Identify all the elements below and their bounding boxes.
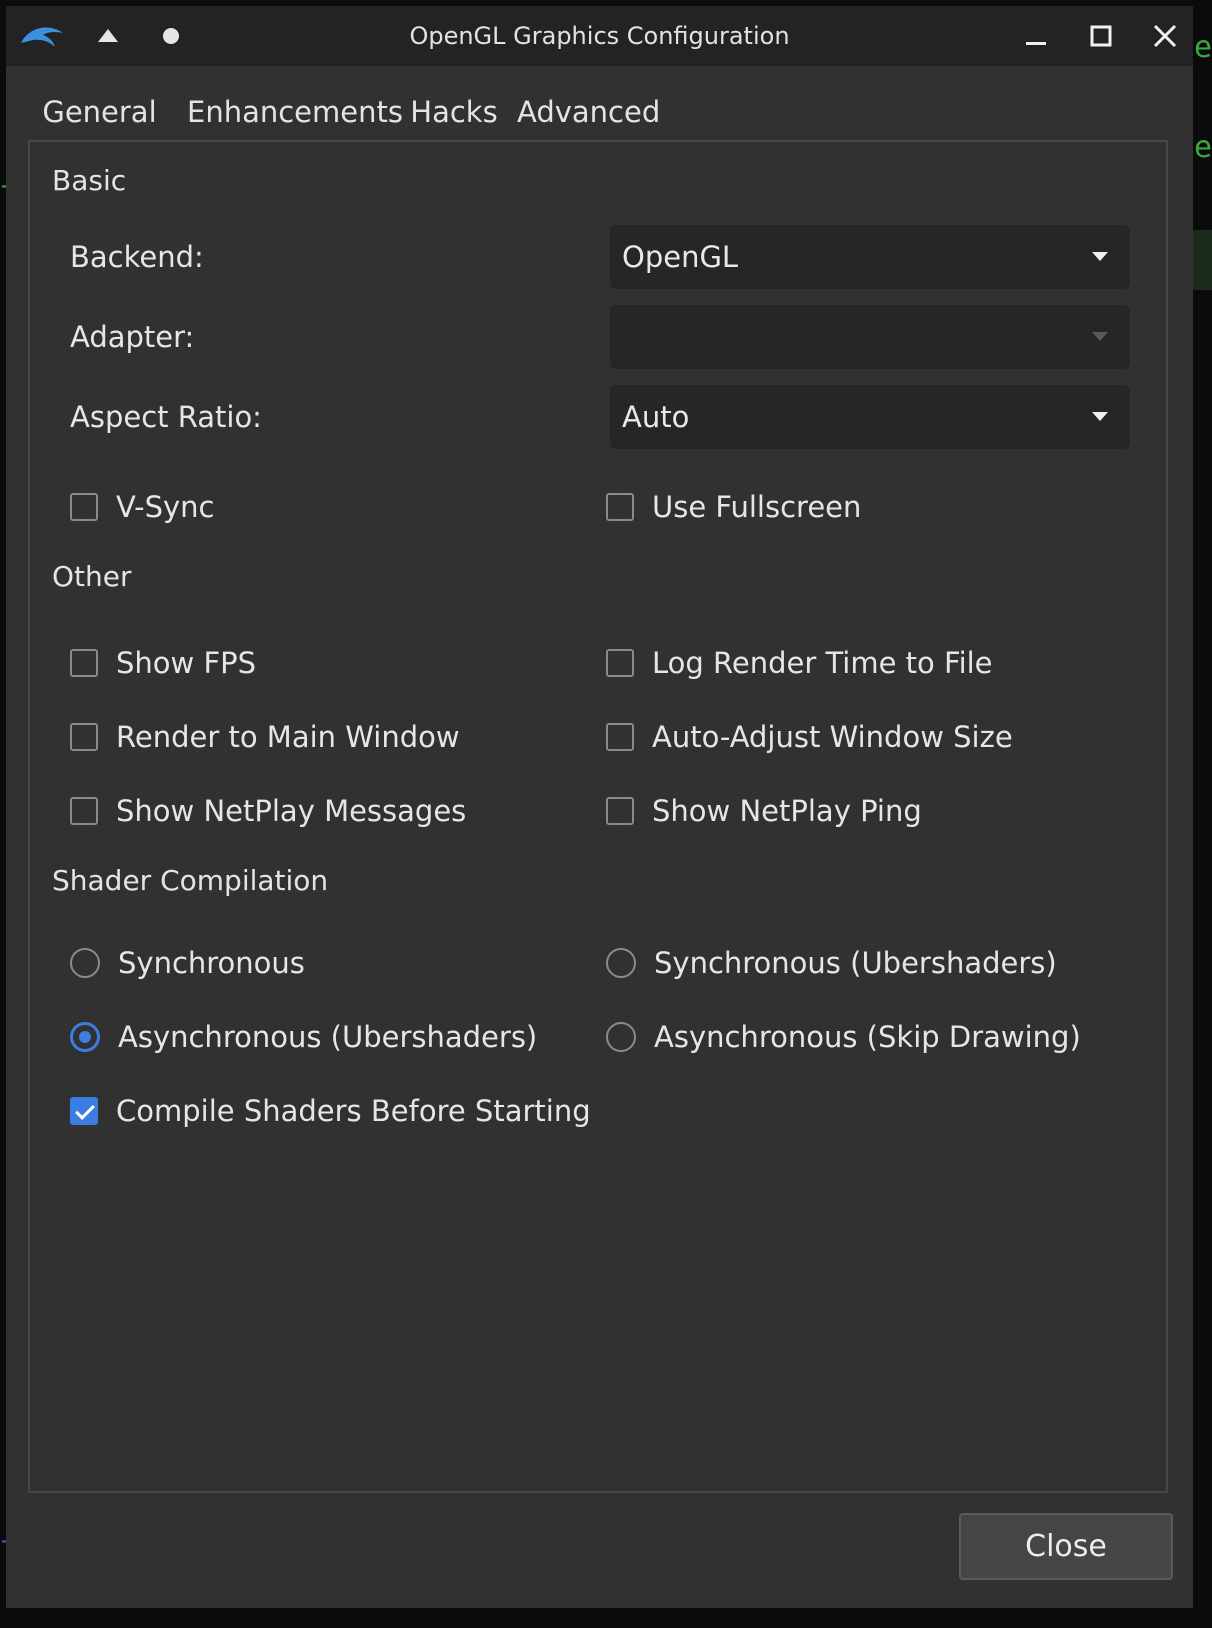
- show-fps-checkbox[interactable]: Show FPS: [70, 645, 256, 681]
- async-skip-drawing-radio[interactable]: Asynchronous (Skip Drawing): [606, 1019, 1081, 1055]
- aspect-ratio-value: Auto: [622, 400, 690, 434]
- close-button[interactable]: Close: [959, 1513, 1173, 1580]
- background-terminal-glyph: e: [1194, 30, 1212, 65]
- log-render-time-label: Log Render Time to File: [652, 646, 993, 680]
- chevron-down-icon: [1092, 252, 1108, 261]
- async-ubershaders-label: Asynchronous (Ubershaders): [118, 1020, 538, 1054]
- show-netplay-messages-checkbox[interactable]: Show NetPlay Messages: [70, 793, 466, 829]
- backend-label: Backend:: [70, 240, 204, 274]
- checkbox-box[interactable]: [70, 649, 98, 677]
- tab-advanced[interactable]: Advanced: [517, 86, 660, 142]
- render-main-window-checkbox[interactable]: Render to Main Window: [70, 719, 460, 755]
- auto-adjust-window-label: Auto-Adjust Window Size: [652, 720, 1013, 754]
- background-window-strip: [1193, 230, 1212, 290]
- log-render-time-checkbox[interactable]: Log Render Time to File: [606, 645, 993, 681]
- backend-value: OpenGL: [622, 240, 739, 274]
- render-main-window-label: Render to Main Window: [116, 720, 460, 754]
- use-fullscreen-checkbox[interactable]: Use Fullscreen: [606, 489, 861, 525]
- checkbox-box[interactable]: [606, 493, 634, 521]
- radio-circle[interactable]: [606, 948, 636, 978]
- vsync-label: V-Sync: [116, 490, 215, 524]
- checkbox-box[interactable]: [70, 1097, 98, 1125]
- general-tab-panel: Basic Backend: OpenGL Adapter: Aspect Ra…: [28, 140, 1168, 1493]
- sync-ubershaders-radio[interactable]: Synchronous (Ubershaders): [606, 945, 1057, 981]
- checkbox-box[interactable]: [606, 723, 634, 751]
- aspect-ratio-dropdown[interactable]: Auto: [610, 385, 1130, 449]
- maximize-icon[interactable]: [1076, 6, 1126, 66]
- use-fullscreen-label: Use Fullscreen: [652, 490, 862, 524]
- vsync-checkbox[interactable]: V-Sync: [70, 489, 215, 525]
- basic-section-title: Basic: [52, 164, 127, 197]
- radio-circle[interactable]: [70, 1022, 100, 1052]
- checkbox-box[interactable]: [70, 723, 98, 751]
- show-netplay-messages-label: Show NetPlay Messages: [116, 794, 467, 828]
- close-icon[interactable]: [1140, 6, 1190, 66]
- synchronous-label: Synchronous: [118, 946, 305, 980]
- checkbox-box[interactable]: [606, 649, 634, 677]
- background-terminal-glyph: e: [1194, 130, 1212, 165]
- backend-dropdown[interactable]: OpenGL: [610, 225, 1130, 289]
- show-netplay-ping-checkbox[interactable]: Show NetPlay Ping: [606, 793, 922, 829]
- tab-general[interactable]: General: [28, 86, 171, 146]
- graphics-config-dialog: OpenGL Graphics Configuration General En…: [6, 6, 1193, 1608]
- auto-adjust-window-checkbox[interactable]: Auto-Adjust Window Size: [606, 719, 1013, 755]
- compile-shaders-checkbox[interactable]: Compile Shaders Before Starting: [70, 1093, 591, 1129]
- checkbox-box[interactable]: [70, 493, 98, 521]
- show-netplay-ping-label: Show NetPlay Ping: [652, 794, 922, 828]
- tab-hacks[interactable]: Hacks: [408, 86, 500, 142]
- aspect-ratio-label: Aspect Ratio:: [70, 400, 262, 434]
- radio-circle[interactable]: [70, 948, 100, 978]
- async-ubershaders-radio[interactable]: Asynchronous (Ubershaders): [70, 1019, 537, 1055]
- shader-section-title: Shader Compilation: [52, 864, 329, 897]
- compile-shaders-label: Compile Shaders Before Starting: [116, 1094, 591, 1128]
- tab-enhancements[interactable]: Enhancements: [187, 86, 403, 142]
- checkbox-box[interactable]: [606, 797, 634, 825]
- synchronous-radio[interactable]: Synchronous: [70, 945, 305, 981]
- sync-ubershaders-label: Synchronous (Ubershaders): [654, 946, 1057, 980]
- async-skip-drawing-label: Asynchronous (Skip Drawing): [654, 1020, 1081, 1054]
- adapter-dropdown: [610, 305, 1130, 369]
- radio-circle[interactable]: [606, 1022, 636, 1052]
- minimize-icon[interactable]: [1011, 6, 1061, 66]
- chevron-down-icon: [1092, 412, 1108, 421]
- checkbox-box[interactable]: [70, 797, 98, 825]
- adapter-label: Adapter:: [70, 320, 195, 354]
- other-section-title: Other: [52, 560, 132, 593]
- title-bar[interactable]: OpenGL Graphics Configuration: [6, 6, 1193, 66]
- show-fps-label: Show FPS: [116, 646, 257, 680]
- chevron-down-icon: [1092, 332, 1108, 341]
